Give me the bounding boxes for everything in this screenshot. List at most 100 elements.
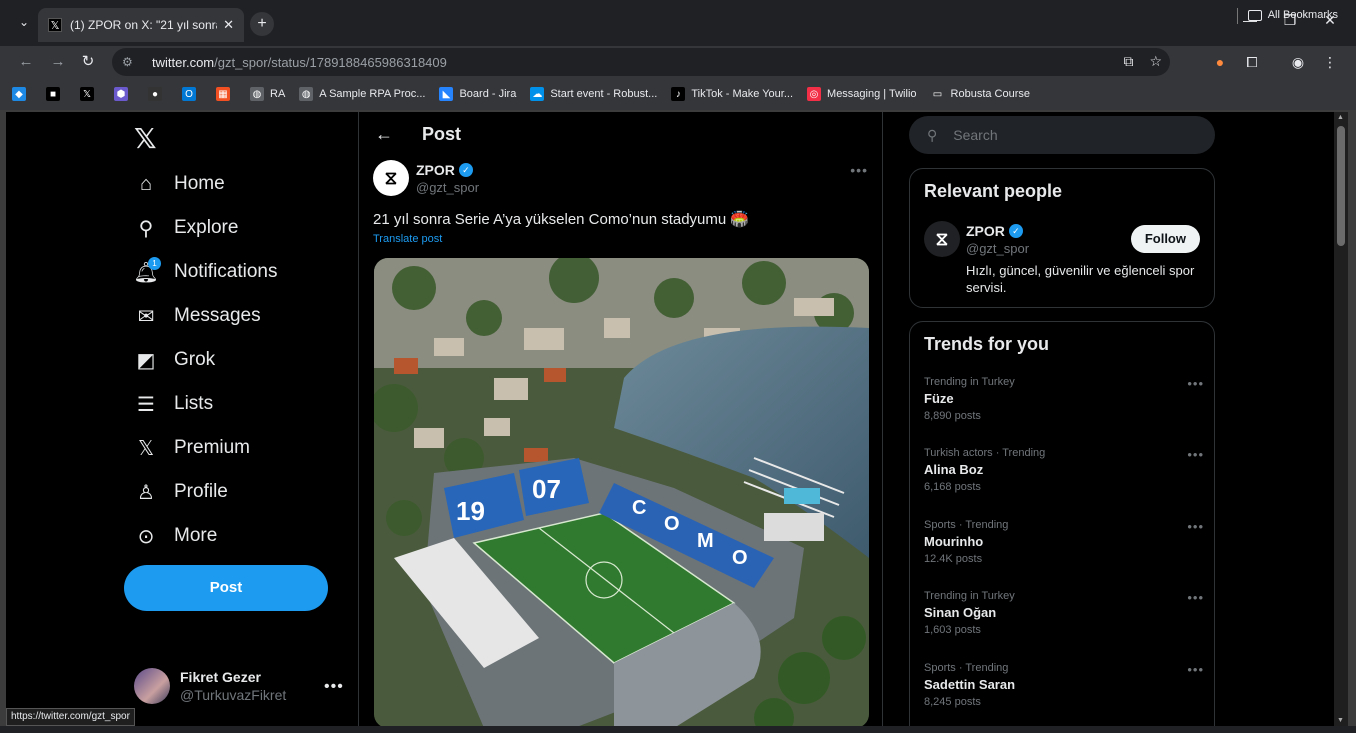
tab-strip: ⌄ 𝕏 (1) ZPOR on X: "21 yıl sonra Ser ✕ +… [0, 0, 1356, 46]
nav-more[interactable]: ⊙ More [134, 516, 218, 556]
outlook-icon: O [182, 87, 196, 101]
all-bookmarks-button[interactable]: All Bookmarks [1247, 9, 1338, 21]
trend-context: Sports · Trending [924, 662, 1009, 674]
nav-messages[interactable]: ✉ Messages [134, 296, 261, 336]
nav-grok[interactable]: ◩ Grok [134, 340, 216, 380]
trend-item[interactable]: Sports · Trending Sadettin Saran 8,245 p… [924, 662, 1204, 708]
grok-icon: ◩ [136, 349, 156, 372]
scrollbar-thumb[interactable] [1337, 126, 1345, 246]
tab-search-button[interactable]: ⌄ [14, 12, 34, 32]
trend-name: Mourinho [924, 534, 984, 549]
page-scrollbar[interactable]: ▲ ▼ [1334, 112, 1348, 726]
bookmark-item[interactable]: ◆ [12, 87, 32, 101]
author-avatar[interactable]: ⧖ [373, 160, 409, 196]
tab-title: (1) ZPOR on X: "21 yıl sonra Ser [70, 18, 217, 32]
nav-notifications[interactable]: 🔔︎ 1 Notifications [133, 252, 278, 292]
bookmark-item[interactable]: ▭ Robusta Course [930, 87, 1031, 101]
nav-label: Notifications [174, 261, 278, 282]
profile-avatar-icon[interactable]: ◉ [1288, 52, 1308, 72]
trend-count: 8,245 posts [924, 696, 981, 708]
back-arrow-icon[interactable]: ← [375, 124, 393, 145]
trend-context: Trending in Turkey [924, 376, 1015, 388]
trend-count: 6,168 posts [924, 481, 981, 493]
scroll-down-icon[interactable]: ▼ [1337, 717, 1344, 724]
trend-more-icon[interactable]: ••• [1187, 590, 1204, 605]
trend-count: 12.4K posts [924, 553, 983, 565]
bookmark-item[interactable]: ▦ [216, 87, 236, 101]
account-switcher[interactable]: Fikret Gezer @TurkuvazFikret [134, 668, 286, 704]
post-button[interactable]: Post [124, 565, 328, 611]
new-tab-button[interactable]: + [250, 12, 274, 36]
relevant-avatar[interactable]: ⧖ [924, 221, 960, 257]
relevant-handle[interactable]: @gzt_spor [966, 241, 1029, 256]
bookmark-item[interactable]: ◎ Messaging | Twilio [807, 87, 917, 101]
all-bookmarks-label: All Bookmarks [1267, 9, 1338, 21]
trend-item[interactable]: Trending in Turkey Sinan Oğan 1,603 post… [924, 590, 1204, 636]
bookmark-star-icon[interactable]: ☆ [1149, 53, 1162, 70]
stadium-letter-m: M [697, 530, 714, 552]
extensions-puzzle-icon[interactable]: ⧠ [1242, 52, 1262, 72]
x-logo-icon[interactable]: 𝕏 [134, 122, 157, 155]
trends-title: Trends for you [924, 334, 1050, 354]
bookmark-label: Robusta Course [950, 88, 1031, 100]
trend-item[interactable]: Sports · Trending Mourinho 12.4K posts •… [924, 519, 1204, 565]
forward-icon[interactable]: → [48, 52, 68, 72]
tiktok-icon: ♪ [671, 87, 686, 101]
trend-more-icon[interactable]: ••• [1187, 376, 1204, 391]
scroll-up-icon[interactable]: ▲ [1337, 114, 1344, 121]
nav-lists[interactable]: ☰ Lists [134, 384, 213, 424]
browser-menu-icon[interactable]: ⋮ [1320, 52, 1340, 72]
bookmark-item[interactable]: ♪ TikTok - Make Your... [671, 87, 793, 101]
active-tab[interactable]: 𝕏 (1) ZPOR on X: "21 yıl sonra Ser ✕ [38, 8, 244, 42]
trend-more-icon[interactable]: ••• [1187, 519, 1204, 534]
trend-item[interactable]: Trending in Turkey Füze 8,890 posts ••• [924, 376, 1204, 422]
nav-premium[interactable]: 𝕏 Premium [134, 428, 250, 468]
follow-button[interactable]: Follow [1130, 225, 1200, 253]
bookmark-label: Messaging | Twilio [827, 88, 917, 100]
bookmark-item[interactable]: ◣ Board - Jira [439, 87, 516, 101]
verified-badge-icon: ✓ [458, 163, 473, 177]
post-image[interactable]: 19 07 C O M O [374, 258, 869, 726]
folder-icon: ▭ [930, 87, 945, 101]
bookmark-item[interactable]: ● [148, 87, 168, 101]
nav-home[interactable]: ⌂ Home [134, 164, 225, 204]
zpor-logo-icon: ⧖ [384, 167, 398, 188]
bookmark-item[interactable]: 𝕏 [80, 87, 100, 101]
author-name: ZPOR [416, 162, 455, 178]
search-input[interactable]: ⚲ Search [909, 116, 1215, 154]
tab-close-icon[interactable]: ✕ [223, 17, 234, 33]
bookmark-item[interactable]: ◍ RA [250, 87, 285, 101]
url-host: twitter.com [152, 54, 215, 70]
author-handle[interactable]: @gzt_spor [416, 180, 479, 195]
post-more-icon[interactable]: ••• [850, 162, 868, 178]
extension-icon[interactable]: ● [1210, 52, 1230, 72]
trend-item[interactable]: Turkish actors · Trending Alina Boz 6,16… [924, 447, 1204, 493]
back-icon[interactable]: ← [16, 52, 36, 72]
install-app-icon[interactable]: ⧉ [1123, 53, 1133, 70]
nav-profile[interactable]: ♙ Profile [134, 472, 228, 512]
site-info-icon[interactable]: ⚙ [122, 55, 138, 69]
author-name-row[interactable]: ZPOR ✓ [416, 162, 473, 178]
trend-more-icon[interactable]: ••• [1187, 662, 1204, 677]
taskbar-strip [0, 726, 1356, 733]
bookmark-item[interactable]: ■ [46, 87, 66, 101]
bookmark-item[interactable]: ⬢ [114, 87, 134, 101]
jira-icon: ◣ [439, 87, 454, 101]
translate-post-link[interactable]: Translate post [373, 233, 442, 245]
relevant-bio: Hızlı, güncel, güvenilir ve eğlenceli sp… [966, 263, 1195, 295]
bookmark-item[interactable]: O [182, 87, 202, 101]
bookmark-item[interactable]: ◍ A Sample RPA Proc... [299, 87, 425, 101]
address-bar[interactable]: ⚙ twitter.com/gzt_spor/status/1789188465… [112, 48, 1170, 76]
account-more-icon[interactable]: ••• [324, 678, 344, 696]
windows-icon: ▦ [216, 87, 230, 101]
bookmark-item[interactable]: ☁ Start event - Robust... [530, 87, 657, 101]
nav-explore[interactable]: ⚲ Explore [134, 208, 239, 248]
x-logo-icon: 𝕏 [80, 87, 94, 101]
twitter-page: 𝕏 ⌂ Home ⚲ Explore 🔔︎ 1 Notifications ✉ Messa… [6, 112, 1334, 726]
reload-icon[interactable]: ↻ [78, 52, 98, 72]
trend-more-icon[interactable]: ••• [1187, 447, 1204, 462]
relevant-name-row[interactable]: ZPOR ✓ [966, 223, 1023, 239]
bookmarks-bar: ◆ ■ 𝕏 ⬢ ● O ▦ ◍ RA ◍ A Sample RPA Proc... ◣ Board - … [0, 78, 1356, 110]
trend-context: Turkish actors · Trending [924, 447, 1046, 459]
trend-name: Alina Boz [924, 462, 984, 477]
